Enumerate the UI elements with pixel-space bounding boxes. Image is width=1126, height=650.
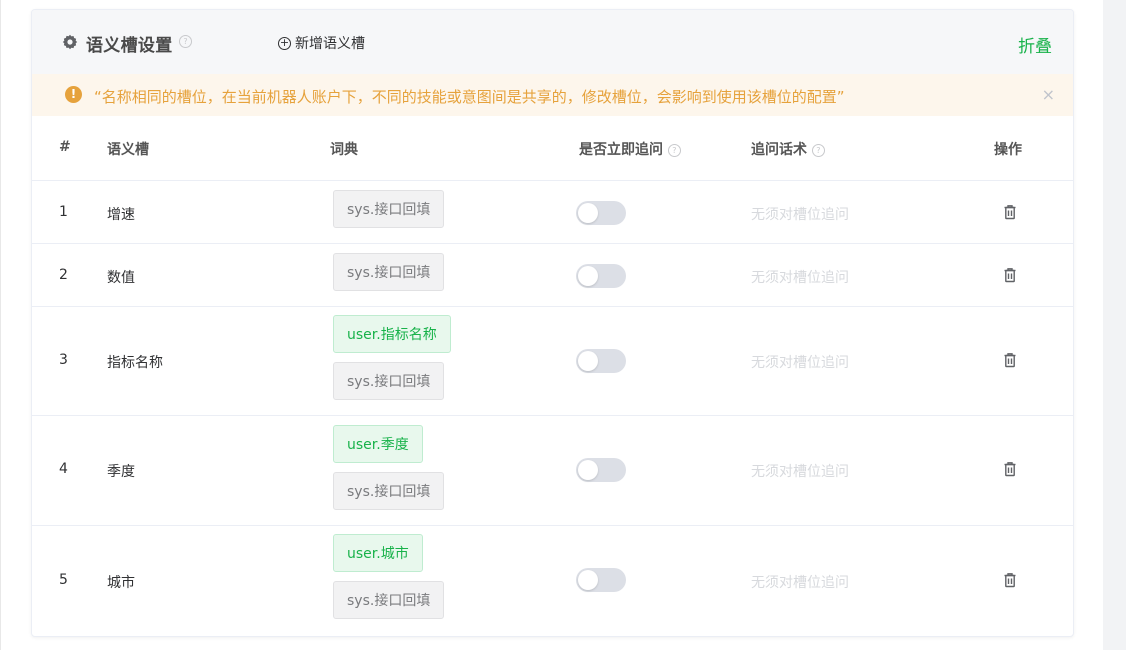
followup-text: 无须对槽位追问 [751, 464, 849, 480]
followup-text: 无须对槽位追问 [751, 207, 849, 223]
ask-now-toggle[interactable] [576, 568, 626, 592]
toggle-knob [578, 460, 598, 480]
trash-icon[interactable] [1003, 352, 1017, 368]
followup-text: 无须对槽位追问 [751, 270, 849, 286]
slot-name: 指标名称 [107, 355, 163, 371]
dict-tag-sys[interactable]: sys.接口回填 [333, 362, 445, 400]
followup-text: 无须对槽位追问 [751, 355, 849, 371]
column-index: # [59, 139, 71, 155]
trash-icon[interactable] [1003, 267, 1017, 283]
question-circle-icon[interactable]: ? [811, 143, 825, 157]
ask-now-toggle[interactable] [576, 264, 626, 288]
scrollbar-track[interactable] [1103, 0, 1126, 650]
slot-settings-panel: 语义槽设置 ? + 新增语义槽 折叠 ! “名称相同的槽位，在当前机器人账户下，… [31, 9, 1074, 637]
question-circle-icon[interactable]: ? [667, 143, 681, 157]
slot-name: 季度 [107, 464, 135, 480]
gear-icon [62, 34, 78, 50]
table-row: 1 增速 sys.接口回填 无须对槽位追问 [32, 181, 1073, 244]
toggle-knob [578, 570, 598, 590]
table-row: 2 数值 sys.接口回填 无须对槽位追问 [32, 244, 1073, 307]
panel-title: 语义槽设置 [86, 36, 173, 56]
question-circle-icon[interactable]: ? [179, 35, 192, 48]
left-border [0, 0, 1, 650]
column-ask-now: 是否立即追问 ? [579, 139, 681, 159]
dict-tag-sys[interactable]: sys.接口回填 [333, 190, 445, 228]
warning-notice: ! “名称相同的槽位，在当前机器人账户下，不同的技能或意图间是共享的，修改槽位，… [32, 74, 1073, 116]
slot-name: 城市 [107, 575, 135, 591]
trash-icon[interactable] [1003, 572, 1017, 588]
row-index: 3 [59, 352, 68, 368]
dict-tag-sys[interactable]: sys.接口回填 [333, 253, 445, 291]
slot-name: 增速 [107, 207, 135, 223]
column-followup: 追问话术 ? [751, 139, 825, 159]
ask-now-toggle[interactable] [576, 201, 626, 225]
collapse-button[interactable]: 折叠 [1018, 32, 1052, 57]
row-index: 5 [59, 572, 68, 588]
panel-header: 语义槽设置 ? + 新增语义槽 折叠 [32, 10, 1073, 74]
column-slot: 语义槽 [107, 142, 149, 158]
table-header: # 语义槽 词典 是否立即追问 ? 追问话术 ? 操作 [32, 116, 1073, 181]
exclamation-circle-icon: ! [65, 86, 82, 103]
dict-tag-user[interactable]: user.季度 [333, 425, 423, 463]
toggle-knob [578, 203, 598, 223]
trash-icon[interactable] [1003, 204, 1017, 220]
table-row: 4 季度 user.季度 sys.接口回填 无须对槽位追问 [32, 416, 1073, 526]
trash-icon[interactable] [1003, 461, 1017, 477]
followup-text: 无须对槽位追问 [751, 575, 849, 591]
add-slot-label: 新增语义槽 [295, 36, 365, 52]
column-followup-label: 追问话术 [751, 142, 807, 158]
ask-now-toggle[interactable] [576, 349, 626, 373]
toggle-knob [578, 351, 598, 371]
column-ask-now-label: 是否立即追问 [579, 142, 663, 158]
ask-now-toggle[interactable] [576, 458, 626, 482]
row-index: 4 [59, 461, 68, 477]
notice-text: “名称相同的槽位，在当前机器人账户下，不同的技能或意图间是共享的，修改槽位，会影… [94, 88, 845, 106]
column-action: 操作 [994, 142, 1022, 158]
close-icon[interactable]: × [1042, 85, 1055, 104]
column-dict: 词典 [330, 142, 358, 158]
slot-name: 数值 [107, 270, 135, 286]
table-row: 3 指标名称 user.指标名称 sys.接口回填 无须对槽位追问 [32, 307, 1073, 416]
dict-tag-sys[interactable]: sys.接口回填 [333, 472, 445, 510]
table-row: 5 城市 user.城市 sys.接口回填 无须对槽位追问 [32, 526, 1073, 635]
add-slot-button[interactable]: + 新增语义槽 [278, 33, 365, 53]
plus-circle-icon: + [278, 35, 291, 50]
dict-tag-user[interactable]: user.指标名称 [333, 315, 451, 353]
row-index: 2 [59, 267, 68, 283]
dict-tag-sys[interactable]: sys.接口回填 [333, 581, 445, 619]
dict-tag-user[interactable]: user.城市 [333, 534, 423, 572]
toggle-knob [578, 266, 598, 286]
row-index: 1 [59, 204, 68, 220]
